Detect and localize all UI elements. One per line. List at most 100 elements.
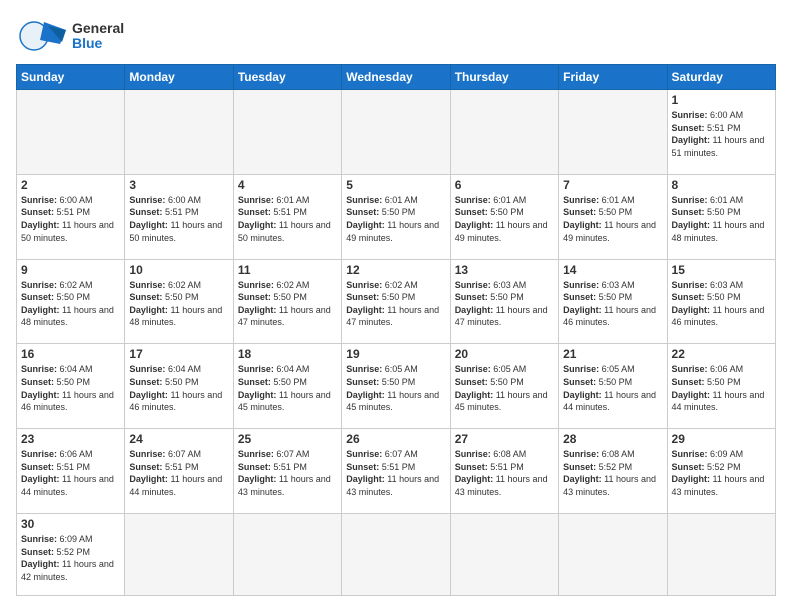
day-info: Sunrise: 6:07 AMSunset: 5:51 PMDaylight:…: [238, 448, 337, 498]
calendar-cell-empty: [559, 90, 667, 175]
calendar-cell-27: 27 Sunrise: 6:08 AMSunset: 5:51 PMDayligh…: [450, 429, 558, 514]
calendar-cell-2: 2Sunrise: 6:00 AMSunset: 5:51 PMDaylight…: [17, 174, 125, 259]
day-info: Sunrise: 6:02 AMSunset: 5:50 PMDaylight:…: [129, 279, 228, 329]
day-number: 26: [346, 432, 445, 446]
day-info: Sunrise: 6:02 AMSunset: 5:50 PMDaylight:…: [21, 279, 120, 329]
day-info: Sunrise: 6:05 AMSunset: 5:50 PMDaylight:…: [346, 363, 445, 413]
calendar-week-row-3: 16 Sunrise: 6:04 AMSunset: 5:50 PMDayligh…: [17, 344, 776, 429]
day-number: 12: [346, 263, 445, 277]
header: GeneralBlue: [16, 16, 776, 56]
logo: GeneralBlue: [16, 16, 124, 56]
calendar-week-row-1: 2 Sunrise: 6:00 AMSunset: 5:51 PMDaylight…: [17, 174, 776, 259]
calendar-cell-empty: [342, 514, 450, 596]
day-number: 4: [238, 178, 337, 192]
calendar-cell-12: 12 Sunrise: 6:02 AMSunset: 5:50 PMDayligh…: [342, 259, 450, 344]
day-number: 25: [238, 432, 337, 446]
day-info: Sunrise: 6:00 AMSunset: 5:51 PMDaylight:…: [129, 194, 228, 244]
day-number: 30: [21, 517, 120, 531]
calendar-cell-empty: [667, 514, 775, 596]
calendar-cell-3: 3 Sunrise: 6:00 AMSunset: 5:51 PMDaylight…: [125, 174, 233, 259]
day-number: 29: [672, 432, 771, 446]
day-number: 15: [672, 263, 771, 277]
day-info: Sunrise: 6:01 AMSunset: 5:51 PMDaylight:…: [238, 194, 337, 244]
weekday-header-friday: Friday: [559, 65, 667, 90]
weekday-header-sunday: Sunday: [17, 65, 125, 90]
day-number: 20: [455, 347, 554, 361]
day-number: 27: [455, 432, 554, 446]
calendar-cell-22: 22Sunrise: 6:06 AMSunset: 5:50 PMDayligh…: [667, 344, 775, 429]
day-number: 21: [563, 347, 662, 361]
calendar-cell-24: 24 Sunrise: 6:07 AMSunset: 5:51 PMDayligh…: [125, 429, 233, 514]
logo-icon: [16, 16, 68, 56]
calendar-week-row-4: 23Sunrise: 6:06 AMSunset: 5:51 PMDayligh…: [17, 429, 776, 514]
calendar-cell-21: 21 Sunrise: 6:05 AMSunset: 5:50 PMDayligh…: [559, 344, 667, 429]
day-info: Sunrise: 6:08 AMSunset: 5:51 PMDaylight:…: [455, 448, 554, 498]
calendar-cell-26: 26Sunrise: 6:07 AMSunset: 5:51 PMDayligh…: [342, 429, 450, 514]
day-number: 6: [455, 178, 554, 192]
calendar-cell-11: 11 Sunrise: 6:02 AMSunset: 5:50 PMDayligh…: [233, 259, 341, 344]
calendar-cell-6: 6Sunrise: 6:01 AMSunset: 5:50 PMDaylight…: [450, 174, 558, 259]
day-info: Sunrise: 6:05 AMSunset: 5:50 PMDaylight:…: [563, 363, 662, 413]
day-number: 16: [21, 347, 120, 361]
calendar-cell-28: 28Sunrise: 6:08 AMSunset: 5:52 PMDayligh…: [559, 429, 667, 514]
day-info: Sunrise: 6:00 AMSunset: 5:51 PMDaylight:…: [672, 109, 771, 159]
calendar-cell-20: 20 Sunrise: 6:05 AMSunset: 5:50 PMDayligh…: [450, 344, 558, 429]
calendar-cell-empty: [233, 514, 341, 596]
calendar-cell-empty: [17, 90, 125, 175]
weekday-header-row: SundayMondayTuesdayWednesdayThursdayFrid…: [17, 65, 776, 90]
day-number: 2: [21, 178, 120, 192]
day-number: 1: [672, 93, 771, 107]
day-number: 7: [563, 178, 662, 192]
day-info: Sunrise: 6:04 AMSunset: 5:50 PMDaylight:…: [129, 363, 228, 413]
calendar-cell-15: 15 Sunrise: 6:03 AMSunset: 5:50 PMDayligh…: [667, 259, 775, 344]
day-number: 3: [129, 178, 228, 192]
weekday-header-thursday: Thursday: [450, 65, 558, 90]
weekday-header-saturday: Saturday: [667, 65, 775, 90]
calendar-cell-4: 4 Sunrise: 6:01 AMSunset: 5:51 PMDaylight…: [233, 174, 341, 259]
calendar-cell-9: 9 Sunrise: 6:02 AMSunset: 5:50 PMDaylight…: [17, 259, 125, 344]
weekday-header-monday: Monday: [125, 65, 233, 90]
day-info: Sunrise: 6:06 AMSunset: 5:51 PMDaylight:…: [21, 448, 120, 498]
day-info: Sunrise: 6:01 AMSunset: 5:50 PMDaylight:…: [346, 194, 445, 244]
day-info: Sunrise: 6:09 AMSunset: 5:52 PMDaylight:…: [672, 448, 771, 498]
day-number: 8: [672, 178, 771, 192]
day-info: Sunrise: 6:01 AMSunset: 5:50 PMDaylight:…: [563, 194, 662, 244]
calendar-cell-10: 10 Sunrise: 6:02 AMSunset: 5:50 PMDayligh…: [125, 259, 233, 344]
calendar-cell-empty: [125, 514, 233, 596]
calendar-cell-25: 25 Sunrise: 6:07 AMSunset: 5:51 PMDayligh…: [233, 429, 341, 514]
day-info: Sunrise: 6:05 AMSunset: 5:50 PMDaylight:…: [455, 363, 554, 413]
calendar-cell-19: 19Sunrise: 6:05 AMSunset: 5:50 PMDayligh…: [342, 344, 450, 429]
day-info: Sunrise: 6:09 AMSunset: 5:52 PMDaylight:…: [21, 533, 120, 583]
calendar-week-row-2: 9 Sunrise: 6:02 AMSunset: 5:50 PMDaylight…: [17, 259, 776, 344]
calendar-cell-18: 18Sunrise: 6:04 AMSunset: 5:50 PMDayligh…: [233, 344, 341, 429]
day-number: 22: [672, 347, 771, 361]
day-info: Sunrise: 6:02 AMSunset: 5:50 PMDaylight:…: [346, 279, 445, 329]
calendar-cell-14: 14 Sunrise: 6:03 AMSunset: 5:50 PMDayligh…: [559, 259, 667, 344]
day-number: 17: [129, 347, 228, 361]
calendar-cell-empty: [125, 90, 233, 175]
day-info: Sunrise: 6:04 AMSunset: 5:50 PMDaylight:…: [21, 363, 120, 413]
day-number: 11: [238, 263, 337, 277]
calendar-cell-17: 17 Sunrise: 6:04 AMSunset: 5:50 PMDayligh…: [125, 344, 233, 429]
day-info: Sunrise: 6:03 AMSunset: 5:50 PMDaylight:…: [672, 279, 771, 329]
calendar-cell-5: 5Sunrise: 6:01 AMSunset: 5:50 PMDaylight…: [342, 174, 450, 259]
day-info: Sunrise: 6:07 AMSunset: 5:51 PMDaylight:…: [129, 448, 228, 498]
calendar-cell-13: 13Sunrise: 6:03 AMSunset: 5:50 PMDayligh…: [450, 259, 558, 344]
calendar-cell-empty: [342, 90, 450, 175]
day-number: 10: [129, 263, 228, 277]
calendar-cell-16: 16 Sunrise: 6:04 AMSunset: 5:50 PMDayligh…: [17, 344, 125, 429]
day-info: Sunrise: 6:03 AMSunset: 5:50 PMDaylight:…: [563, 279, 662, 329]
calendar-cell-7: 7 Sunrise: 6:01 AMSunset: 5:50 PMDaylight…: [559, 174, 667, 259]
day-number: 14: [563, 263, 662, 277]
calendar-cell-empty: [450, 90, 558, 175]
logo-blue: Blue: [72, 36, 124, 51]
day-info: Sunrise: 6:02 AMSunset: 5:50 PMDaylight:…: [238, 279, 337, 329]
day-number: 24: [129, 432, 228, 446]
day-info: Sunrise: 6:01 AMSunset: 5:50 PMDaylight:…: [672, 194, 771, 244]
logo-text: GeneralBlue: [72, 21, 124, 52]
day-number: 9: [21, 263, 120, 277]
calendar-cell-empty: [559, 514, 667, 596]
day-number: 28: [563, 432, 662, 446]
calendar-cell-empty: [233, 90, 341, 175]
calendar-cell-empty: [450, 514, 558, 596]
